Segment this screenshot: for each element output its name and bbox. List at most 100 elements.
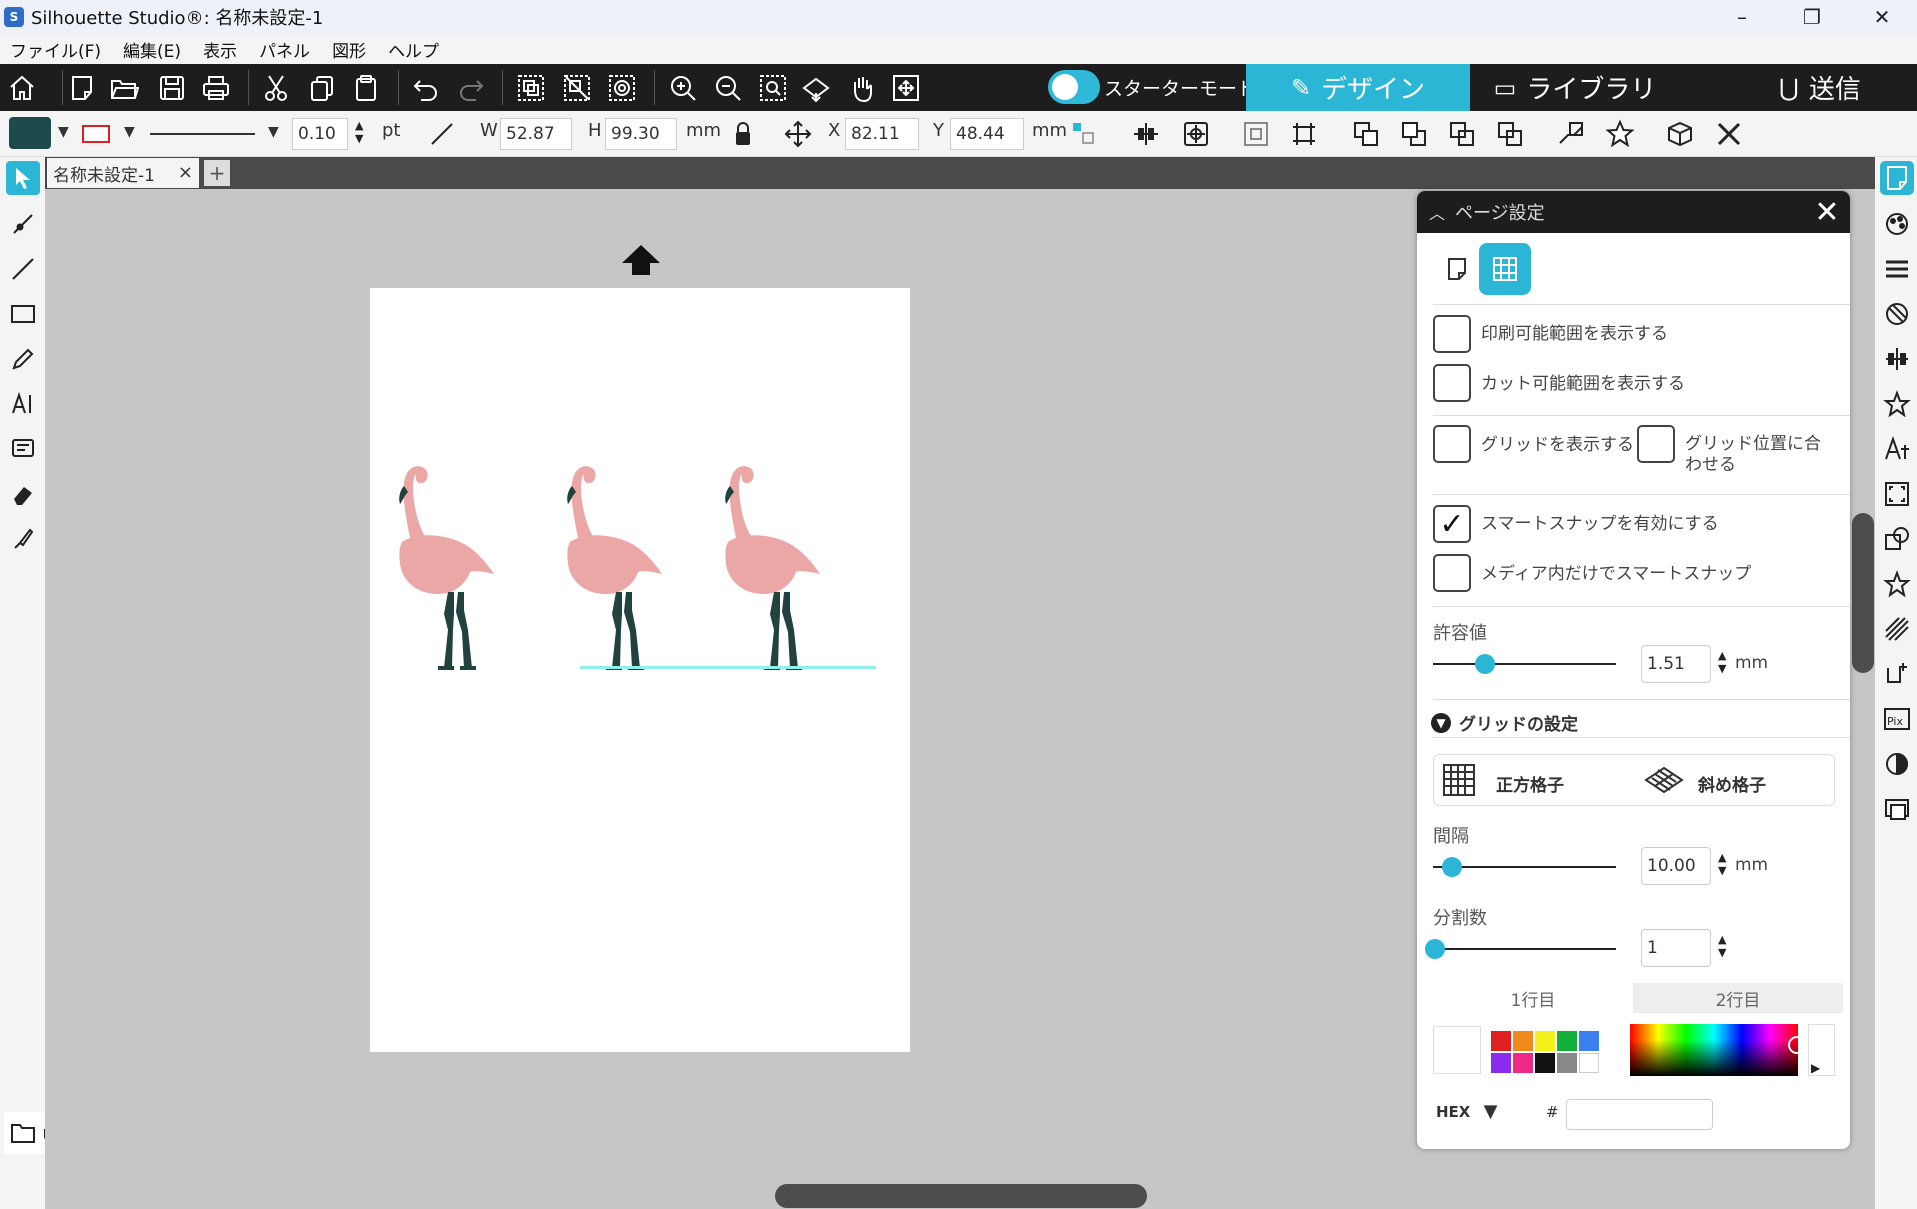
- fit-to-page-icon[interactable]: [800, 72, 832, 104]
- palette-swatch[interactable]: [1513, 1053, 1533, 1073]
- tab-grid-settings[interactable]: [1479, 243, 1531, 295]
- maximize-button[interactable]: ❐: [1777, 0, 1847, 34]
- sketch-tool-icon[interactable]: [6, 432, 40, 466]
- tolerance-input[interactable]: 1.51: [1641, 645, 1711, 683]
- height-input[interactable]: 99.30: [605, 118, 677, 150]
- minimize-button[interactable]: –: [1707, 0, 1777, 34]
- compound-path-icon[interactable]: [606, 72, 638, 104]
- menu-shape[interactable]: 図形: [332, 37, 366, 62]
- line-color-swatch[interactable]: [82, 125, 110, 143]
- diagonal-grid-label[interactable]: 斜め格子: [1698, 771, 1766, 796]
- bring-forward-icon[interactable]: [1446, 118, 1478, 150]
- zoom-out-icon[interactable]: [712, 72, 744, 104]
- show-cut-border-checkbox[interactable]: [1433, 364, 1471, 402]
- spacing-input[interactable]: 10.00: [1641, 847, 1711, 885]
- width-input[interactable]: 52.87: [500, 118, 572, 150]
- tab-library[interactable]: ▭ ライブラリ: [1480, 64, 1670, 111]
- line-style-dropdown-icon[interactable]: ▼: [268, 124, 279, 140]
- palette-swatch[interactable]: [1557, 1031, 1577, 1051]
- flamingo-shape[interactable]: [725, 466, 820, 670]
- redo-icon[interactable]: [455, 72, 487, 104]
- delete-icon[interactable]: [1713, 118, 1745, 150]
- pattern-panel-icon[interactable]: [1880, 297, 1914, 331]
- fill-panel-icon[interactable]: [1880, 207, 1914, 241]
- paste-icon[interactable]: [350, 72, 382, 104]
- page-settings-icon[interactable]: [1880, 161, 1914, 195]
- pixscan-panel-icon[interactable]: Pix: [1880, 702, 1914, 736]
- rectangle-tool-icon[interactable]: [6, 297, 40, 331]
- line-width-stepper[interactable]: ▲ ▼: [355, 119, 363, 145]
- 3d-box-icon[interactable]: [1664, 118, 1696, 150]
- square-grid-label[interactable]: 正方格子: [1496, 771, 1564, 796]
- menu-file[interactable]: ファイル(F): [10, 37, 101, 62]
- tab-design[interactable]: ✎ デザイン: [1246, 64, 1470, 111]
- transform-icon[interactable]: [1288, 118, 1320, 150]
- trace-panel-icon[interactable]: [1880, 612, 1914, 646]
- copy-icon[interactable]: [306, 72, 338, 104]
- fill-dropdown-icon[interactable]: ▼: [58, 124, 69, 140]
- flamingo-shape[interactable]: [567, 466, 662, 670]
- send-back-icon[interactable]: [1398, 118, 1430, 150]
- menu-panel[interactable]: パネル: [259, 37, 310, 62]
- home-icon[interactable]: [6, 72, 38, 104]
- spacing-slider-knob[interactable]: [1442, 857, 1462, 877]
- palette-swatch[interactable]: [1491, 1031, 1511, 1051]
- send-backward-icon[interactable]: [1494, 118, 1526, 150]
- line-style-panel-icon[interactable]: [1880, 252, 1914, 286]
- modify-panel-icon[interactable]: [1880, 522, 1914, 556]
- line-color-dropdown-icon[interactable]: ▼: [124, 124, 135, 140]
- spectrum-cursor[interactable]: [1788, 1036, 1806, 1054]
- favorite-star-icon[interactable]: [1604, 118, 1636, 150]
- y-position-input[interactable]: 48.44: [950, 118, 1024, 150]
- library-favorites-icon[interactable]: [1880, 567, 1914, 601]
- text-style-panel-icon[interactable]: [1880, 432, 1914, 466]
- flamingo-artwork[interactable]: [370, 288, 910, 1052]
- menu-edit[interactable]: 編集(E): [123, 37, 181, 62]
- palette-swatch[interactable]: [1535, 1031, 1555, 1051]
- transform-panel-icon[interactable]: [1880, 477, 1914, 511]
- knife-tool-icon[interactable]: [6, 522, 40, 556]
- point-edit-tool-icon[interactable]: [6, 207, 40, 241]
- add-document-button[interactable]: +: [204, 160, 230, 186]
- eraser-tool-icon[interactable]: [6, 477, 40, 511]
- align-panel-icon[interactable]: [1880, 342, 1914, 376]
- divisions-input[interactable]: 1: [1641, 929, 1711, 967]
- lock-aspect-icon[interactable]: [727, 118, 759, 150]
- document-tab[interactable]: 名称未設定-1 ×: [47, 158, 199, 188]
- vertical-scrollbar[interactable]: [1852, 513, 1874, 673]
- cutting-mat-page[interactable]: [370, 288, 910, 1052]
- hex-input[interactable]: [1566, 1099, 1713, 1130]
- menu-help[interactable]: ヘルプ: [388, 37, 439, 62]
- text-tool-icon[interactable]: [6, 387, 40, 421]
- zoom-selection-icon[interactable]: [757, 72, 789, 104]
- color-spectrum-picker[interactable]: [1630, 1024, 1806, 1076]
- smart-snap-media-checkbox[interactable]: [1433, 554, 1471, 592]
- horizontal-scrollbar[interactable]: [775, 1184, 1147, 1208]
- flamingo-shape[interactable]: [399, 466, 494, 670]
- move-view-icon[interactable]: [890, 72, 922, 104]
- reference-point-icon[interactable]: [1068, 118, 1100, 150]
- palette-swatch[interactable]: [1579, 1031, 1599, 1051]
- line-tool-icon[interactable]: [426, 118, 458, 150]
- line-tool-icon[interactable]: [6, 252, 40, 286]
- send-panel-icon[interactable]: [1880, 657, 1914, 691]
- fit-box-icon[interactable]: [1240, 118, 1272, 150]
- center-page-icon[interactable]: [1180, 118, 1212, 150]
- position-move-icon[interactable]: [782, 118, 814, 150]
- tab-media-settings[interactable]: [1431, 243, 1483, 295]
- undo-icon[interactable]: [410, 72, 442, 104]
- palette-swatch[interactable]: [1535, 1053, 1555, 1073]
- spacing-stepper[interactable]: ▲ ▼: [1718, 851, 1726, 877]
- show-print-border-checkbox[interactable]: [1433, 315, 1471, 353]
- new-document-icon[interactable]: [66, 72, 98, 104]
- group-icon[interactable]: [515, 72, 547, 104]
- panel-header[interactable]: ︿ ページ設定 ✕: [1417, 191, 1850, 233]
- select-tool-icon[interactable]: [6, 161, 40, 195]
- print-cut-panel-icon[interactable]: [1880, 792, 1914, 826]
- tolerance-stepper[interactable]: ▲ ▼: [1718, 649, 1726, 675]
- bring-front-icon[interactable]: [1350, 118, 1382, 150]
- tolerance-slider-knob[interactable]: [1475, 654, 1495, 674]
- modify-shape-icon[interactable]: [1555, 118, 1587, 150]
- replicate-panel-icon[interactable]: [1880, 387, 1914, 421]
- palette-swatch[interactable]: [1513, 1031, 1533, 1051]
